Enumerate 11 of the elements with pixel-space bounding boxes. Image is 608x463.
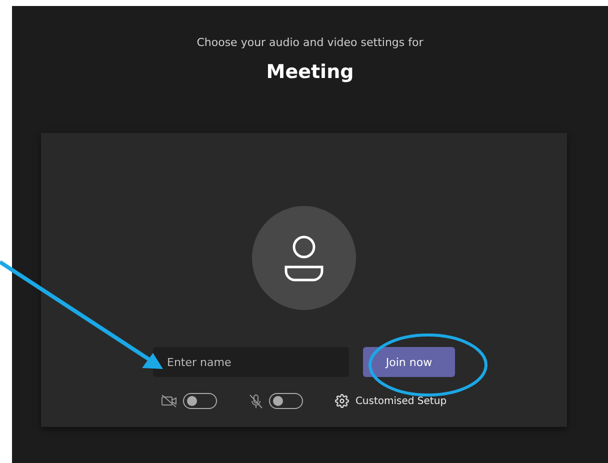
settings-icon [335,394,350,408]
toggle-switch[interactable] [269,393,304,409]
subtitle: Choose your audio and video settings for [196,36,424,49]
meeting-title: Meeting [266,61,354,83]
toggle-switch[interactable] [183,393,218,409]
person-icon [283,234,325,282]
microphone-off-icon [249,394,264,408]
camera-off-icon [161,394,178,408]
join-button[interactable]: Join now [363,347,455,377]
setup-link[interactable]: Customised Setup [335,394,447,408]
name-field[interactable]: Enter name [153,347,349,377]
